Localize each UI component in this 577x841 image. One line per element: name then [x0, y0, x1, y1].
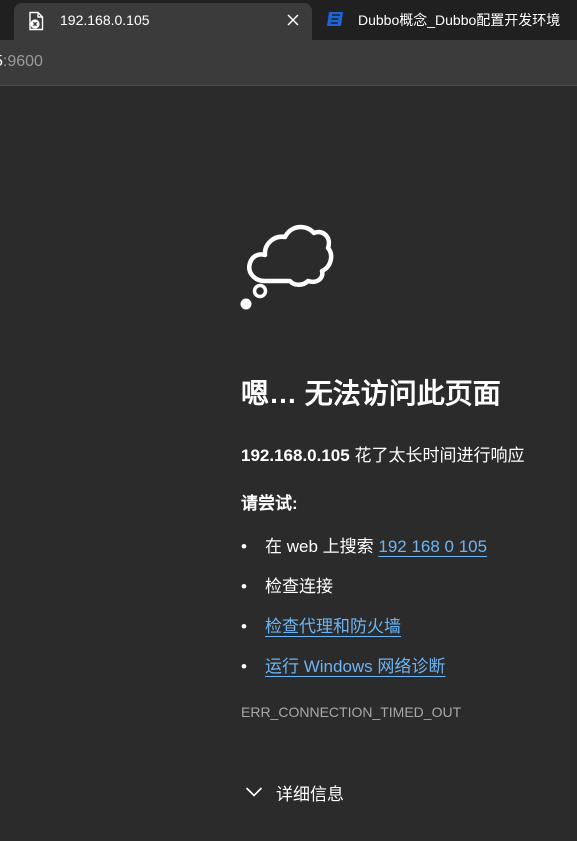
error-summary: 192.168.0.105 花了太长时间进行响应	[241, 441, 524, 466]
list-item: • 运行 Windows 网络诊断	[241, 652, 445, 677]
details-label: 详细信息	[276, 784, 344, 804]
bullet: •	[241, 657, 247, 676]
site-favicon	[327, 12, 343, 26]
search-prefix: 在 web 上搜索	[265, 537, 379, 556]
list-item: • 在 web 上搜索 192 168 0 105	[241, 532, 487, 557]
bullet: •	[241, 537, 247, 556]
toolbar: 5:9600	[0, 40, 577, 86]
address-field[interactable]: 5:9600	[0, 53, 43, 71]
list-item: • 检查连接	[241, 572, 333, 597]
bullet: •	[241, 617, 247, 636]
page-error-icon	[29, 11, 44, 31]
host-name: 192.168.0.105	[241, 446, 350, 465]
tab-title: Dubbo概念_Dubbo配置开发环境	[358, 12, 561, 28]
check-connection-text: 检查连接	[265, 577, 333, 596]
tab-active[interactable]: 192.168.0.105	[14, 3, 312, 40]
tab-inactive[interactable]: Dubbo概念_Dubbo配置开发环境	[318, 0, 577, 40]
bullet: •	[241, 577, 247, 596]
chevron-down-icon	[245, 787, 263, 797]
error-code: ERR_CONNECTION_TIMED_OUT	[241, 704, 462, 720]
search-web-link[interactable]: 192 168 0 105	[378, 537, 487, 556]
details-button[interactable]: 详细信息	[245, 779, 344, 805]
tab-strip: 192.168.0.105 Dubbo概念_Dubbo配置开发环境	[0, 0, 577, 40]
try-label: 请尝试:	[241, 494, 298, 513]
list-item: • 检查代理和防火墙	[241, 612, 401, 637]
address-port: :9600	[2, 53, 43, 70]
close-icon[interactable]	[285, 12, 301, 28]
page-title: 嗯… 无法访问此页面	[241, 378, 501, 409]
error-message: 花了太长时间进行响应	[349, 446, 525, 465]
network-diagnostics-link[interactable]: 运行 Windows 网络诊断	[265, 657, 445, 676]
check-proxy-firewall-link[interactable]: 检查代理和防火墙	[265, 617, 401, 636]
thought-cloud-icon	[240, 224, 334, 310]
tab-title: 192.168.0.105	[60, 12, 150, 28]
